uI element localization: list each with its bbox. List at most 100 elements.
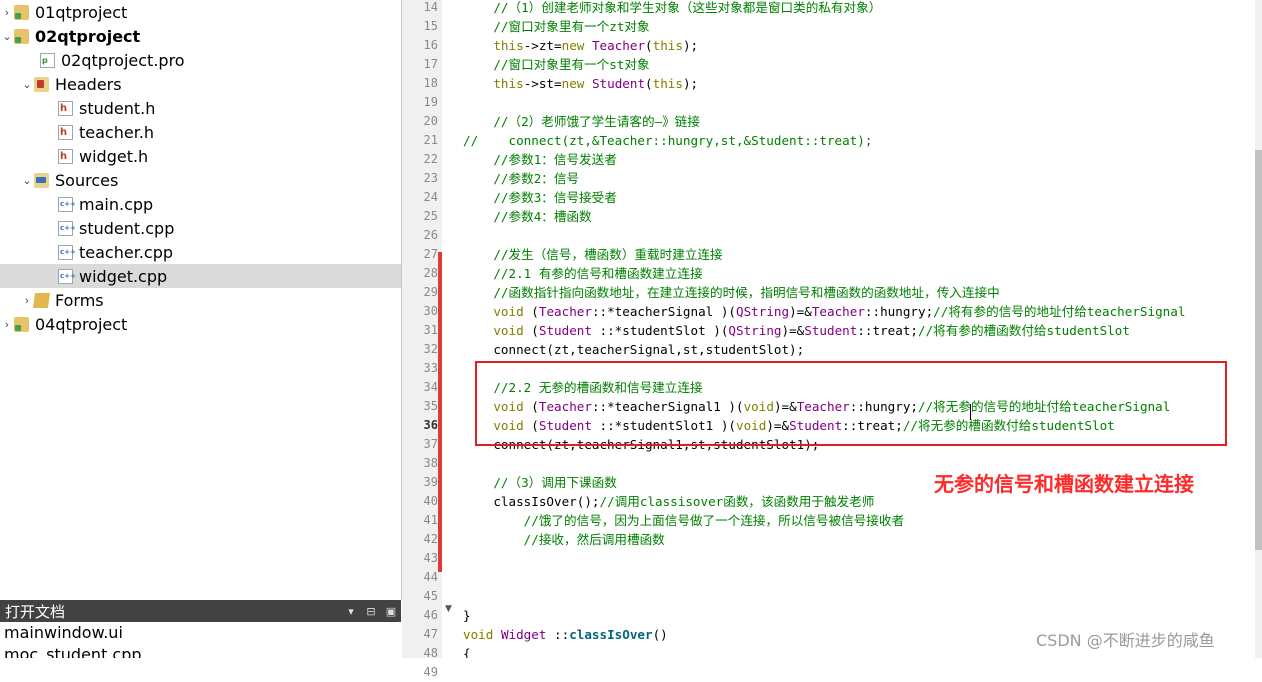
code-line[interactable]: //（3）调用下课函数 [463,473,617,492]
tree-item-label: 02qtproject [35,26,141,46]
code-line[interactable]: // connect(zt,&Teacher::hungry,st,&Stude… [463,131,872,150]
code-line[interactable]: //参数2：信号 [463,169,579,188]
code-line[interactable]: connect(zt,teacherSignal,st,studentSlot)… [463,340,804,359]
tree-item-label: Forms [55,290,104,310]
collapse-arrow-icon[interactable]: ⌄ [20,174,34,187]
line-number: 47 [423,627,438,641]
code-line[interactable]: { [463,644,471,658]
pro-file-icon: p [40,52,55,68]
code-editor[interactable]: //（1）创建老师对象和学生对象（这些对象都是窗口类的私有对象） //窗口对象里… [463,0,1255,658]
code-line[interactable]: this->st=new Student(this); [463,74,698,93]
vertical-scrollbar[interactable] [1255,0,1262,658]
code-line[interactable]: //饿了的信号，因为上面信号做了一个连接，所以信号被信号接收者 [463,511,904,530]
line-number: 49 [423,665,438,679]
code-line[interactable]: //参数4：槽函数 [463,207,591,226]
project-tree[interactable]: › 01qtproject ⌄ 02qtproject p 02qtprojec… [0,0,402,600]
line-number: 22 [423,152,438,166]
sources-folder-icon [34,172,49,188]
project-folder-icon [14,28,29,44]
tree-item-main-cpp[interactable]: c++ main.cpp [0,192,401,216]
expand-arrow-icon[interactable]: › [0,6,14,19]
fold-arrow-icon[interactable]: ▼ [445,604,452,614]
expand-arrow-icon[interactable]: › [20,294,34,307]
tree-item-sources[interactable]: ⌄ Sources [0,168,401,192]
tree-item-01qtproject[interactable]: › 01qtproject [0,0,401,24]
header-file-icon: h [58,124,73,140]
annotation-text: 无参的信号和槽函数建立连接 [934,472,1194,496]
code-line[interactable]: //（1）创建老师对象和学生对象（这些对象都是窗口类的私有对象） [463,0,881,17]
line-number: 30 [423,304,438,318]
tree-item-label: 04qtproject [35,314,128,334]
line-number: 35 [423,399,438,413]
cpp-file-icon: c++ [58,220,76,236]
tree-item-teacher-h[interactable]: h teacher.h [0,120,401,144]
line-number: 42 [423,532,438,546]
line-number: 15 [423,19,438,33]
code-line[interactable]: //窗口对象里有一个st对象 [463,55,649,74]
code-line[interactable]: //函数指针指向函数地址，在建立连接的时候，指明信号和槽函数的函数地址，传入连接… [463,283,999,302]
line-number: 43 [423,551,438,565]
line-number: 41 [423,513,438,527]
line-number: 14 [423,0,438,14]
code-line[interactable]: //参数1：信号发送者 [463,150,617,169]
tree-item-label: student.h [79,98,156,118]
expand-arrow-icon[interactable]: › [0,318,14,331]
header-file-icon: h [58,148,73,164]
tree-item-label: 01qtproject [35,2,128,22]
text-cursor [970,404,971,420]
watermark: CSDN @不断进步的咸鱼 [1036,631,1215,650]
line-number: 27 [423,247,438,261]
tree-item-widget-cpp[interactable]: c++ widget.cpp [0,264,401,288]
line-number: 40 [423,494,438,508]
code-line[interactable]: void (Teacher::*teacherSignal )(QString)… [463,302,1185,321]
scrollbar-thumb[interactable] [1255,150,1262,550]
code-line[interactable]: classIsOver();//调用classisover函数，该函数用于触发老… [463,492,874,511]
line-number: 32 [423,342,438,356]
line-number: 24 [423,190,438,204]
open-documents-header: 打开文档 ▾ ⊟ ▣ [0,600,401,622]
code-line[interactable]: void Widget ::classIsOver() [463,625,668,644]
close-pane-icon[interactable]: ▣ [381,605,401,618]
code-line[interactable]: //2.1 有参的信号和槽函数建立连接 [463,264,702,283]
code-line[interactable]: //窗口对象里有一个zt对象 [463,17,649,36]
line-number: 28 [423,266,438,280]
line-number: 18 [423,76,438,90]
tree-item-pro-file[interactable]: p 02qtproject.pro [0,48,401,72]
headers-folder-icon [34,76,49,92]
collapse-arrow-icon[interactable]: ⌄ [20,78,34,91]
code-line[interactable]: void (Student ::*studentSlot )(QString)=… [463,321,1130,340]
code-line[interactable]: //接收，然后调用槽函数 [463,530,665,549]
dropdown-arrow-icon[interactable]: ▾ [341,605,361,618]
tree-item-student-h[interactable]: h student.h [0,96,401,120]
tree-item-label: teacher.cpp [79,242,174,262]
modified-lines-marker [438,252,442,572]
line-number: 44 [423,570,438,584]
tree-item-label: Headers [55,74,122,94]
tree-item-student-cpp[interactable]: c++ student.cpp [0,216,401,240]
line-number: 34 [423,380,438,394]
code-line[interactable]: //参数3：信号接受者 [463,188,617,207]
line-number: 38 [423,456,438,470]
open-documents-title: 打开文档 [5,602,66,621]
split-view-icon[interactable]: ⊟ [361,605,381,618]
tree-item-04qtproject[interactable]: › 04qtproject [0,312,401,336]
line-number: 21 [423,133,438,147]
tree-item-widget-h[interactable]: h widget.h [0,144,401,168]
tree-item-forms[interactable]: › Forms [0,288,401,312]
fold-marker-column[interactable]: ▼ [442,0,460,658]
code-line[interactable]: //发生（信号，槽函数）重载时建立连接 [463,245,722,264]
tree-item-02qtproject[interactable]: ⌄ 02qtproject [0,24,401,48]
line-number: 23 [423,171,438,185]
tree-item-label: Sources [55,170,119,190]
open-documents-list[interactable]: mainwindow.ui moc_student.cpp [0,622,401,658]
tree-item-headers[interactable]: ⌄ Headers [0,72,401,96]
open-document-item[interactable]: mainwindow.ui [0,622,401,644]
collapse-arrow-icon[interactable]: ⌄ [0,30,14,43]
line-number-gutter: 14 15 16 17 18 19 20 21 22 23 24 25 26 27 28 29 30 31 32 33… [402,0,442,679]
open-document-item[interactable]: moc_student.cpp [0,644,401,658]
code-line[interactable]: this->zt=new Teacher(this); [463,36,698,55]
line-number: 29 [423,285,438,299]
tree-item-teacher-cpp[interactable]: c++ teacher.cpp [0,240,401,264]
code-line[interactable]: //（2）老师饿了学生请客的—》链接 [463,112,700,131]
code-line[interactable]: } [463,606,471,625]
